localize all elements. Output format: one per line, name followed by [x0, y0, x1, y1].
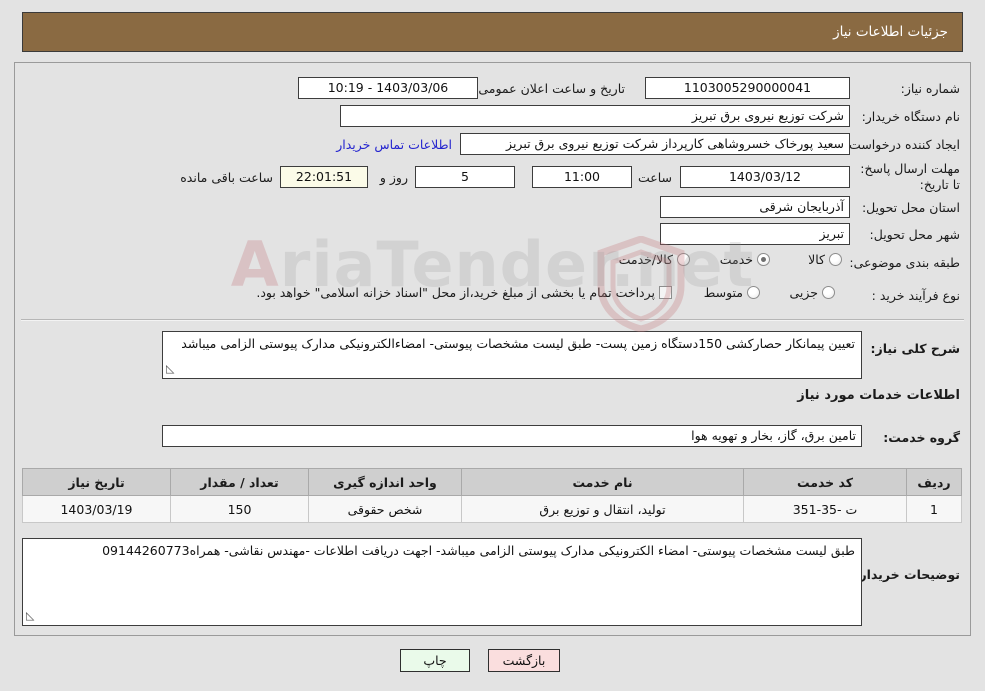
purchase-option-motevaset[interactable]: متوسط: [704, 285, 760, 300]
request-creator-label: ایجاد کننده درخواست:: [844, 137, 960, 152]
purchase-option-label: متوسط: [703, 285, 743, 300]
tender-details-page: AriaTender.net جزئیات اطلاعات نیاز شماره…: [0, 0, 985, 691]
back-button[interactable]: بازگشت: [488, 649, 560, 672]
deadline-label: مهلت ارسال پاسخ: تا تاریخ:: [860, 161, 960, 192]
cell-need-date: 1403/03/19: [22, 495, 171, 523]
deadline-days-value: 5: [415, 166, 515, 188]
column-header-code: کد خدمت: [743, 468, 907, 496]
city-value: تبریز: [660, 223, 850, 245]
radio-indicator[interactable]: [829, 253, 842, 266]
cell-row: 1: [906, 495, 962, 523]
buyer-notes-label: توضیحات خریدار:: [854, 567, 960, 582]
buyer-notes-text: طبق لیست مشخصات پیوستی- امضاء الکترونیکی…: [102, 543, 855, 558]
request-creator-value: سعید پورخاک خسروشاهی کارپرداز شرکت توزیع…: [460, 133, 850, 155]
column-header-row: ردیف: [906, 468, 962, 496]
general-description-value[interactable]: تعیین پیمانکار حصارکشی 150دستگاه زمین پس…: [162, 331, 862, 379]
page-title: جزئیات اطلاعات نیاز: [833, 24, 948, 40]
cell-service-name: تولید، انتقال و توزیع برق: [461, 495, 744, 523]
treasury-bonds-label: پرداخت تمام یا بخشی از مبلغ خرید،از محل …: [256, 285, 655, 300]
table-header-row: ردیف کد خدمت نام خدمت واحد اندازه گیری ت…: [22, 468, 962, 496]
radio-indicator[interactable]: [747, 286, 760, 299]
radio-indicator[interactable]: [757, 253, 770, 266]
cell-service-code: ت -35-351: [743, 495, 907, 523]
purchase-option-label: جزیی: [789, 285, 818, 300]
purchase-option-jozii[interactable]: جزیی: [789, 285, 835, 300]
checkbox-indicator[interactable]: [659, 286, 672, 299]
province-value: آذربایجان شرقی: [660, 196, 850, 218]
radio-indicator[interactable]: [822, 286, 835, 299]
public-announce-label: تاریخ و ساعت اعلان عمومی:: [474, 81, 625, 96]
column-header-quantity: تعداد / مقدار: [170, 468, 309, 496]
classification-option-label: خدمت: [719, 252, 753, 267]
column-header-name: نام خدمت: [461, 468, 744, 496]
need-number-value: 1103005290000041: [645, 77, 850, 99]
services-table: ردیف کد خدمت نام خدمت واحد اندازه گیری ت…: [22, 468, 962, 523]
column-header-need-date: تاریخ نیاز: [22, 468, 171, 496]
city-label: شهر محل تحویل:: [869, 227, 960, 242]
treasury-bonds-checkbox[interactable]: پرداخت تمام یا بخشی از مبلغ خرید،از محل …: [256, 285, 672, 300]
classification-option-kala-khedmat[interactable]: کالا/خدمت: [619, 252, 690, 267]
radio-indicator[interactable]: [677, 253, 690, 266]
public-announce-value: 10:19 - 1403/03/06: [298, 77, 478, 99]
deadline-hour-value: 11:00: [532, 166, 632, 188]
resize-grip-icon[interactable]: ◿: [166, 360, 174, 377]
service-group-value: تامین برق، گاز، بخار و تهویه هوا: [162, 425, 862, 447]
need-number-label: شماره نیاز:: [900, 81, 960, 96]
print-button[interactable]: چاپ: [400, 649, 470, 672]
service-group-label: گروه خدمت:: [883, 430, 960, 445]
deadline-date-value: 1403/03/12: [680, 166, 850, 188]
deadline-hour-label: ساعت: [637, 170, 672, 185]
buyer-contact-link[interactable]: اطلاعات تماس خریدار: [336, 137, 452, 152]
services-section-title: اطلاعات خدمات مورد نیاز: [797, 388, 960, 403]
deadline-countdown-value: 22:01:51: [280, 166, 368, 188]
details-panel: شماره نیاز: 1103005290000041 تاریخ و ساع…: [14, 62, 971, 636]
buyer-notes-value[interactable]: طبق لیست مشخصات پیوستی- امضاء الکترونیکی…: [22, 538, 862, 626]
classification-label: طبقه بندی موضوعی:: [849, 255, 960, 270]
classification-option-label: کالا/خدمت: [618, 252, 673, 267]
classification-option-kala[interactable]: کالا: [808, 252, 842, 267]
general-description-label: شرح کلی نیاز:: [870, 341, 960, 356]
resize-grip-icon[interactable]: ◿: [26, 607, 34, 624]
buyer-org-label: نام دستگاه خریدار:: [861, 109, 960, 124]
deadline-days-label: روز و: [379, 170, 408, 185]
general-description-text: تعیین پیمانکار حصارکشی 150دستگاه زمین پس…: [181, 336, 855, 351]
classification-option-khedmat[interactable]: خدمت: [720, 252, 770, 267]
buyer-org-value: شرکت توزیع نیروی برق تبریز: [340, 105, 850, 127]
table-row: 1 ت -35-351 تولید، انتقال و توزیع برق شخ…: [22, 495, 962, 523]
deadline-remaining-label: ساعت باقی مانده: [180, 170, 273, 185]
column-header-unit: واحد اندازه گیری: [308, 468, 462, 496]
purchase-process-label: نوع فرآیند خرید :: [871, 288, 960, 303]
classification-option-label: کالا: [808, 252, 825, 267]
cell-quantity: 150: [170, 495, 309, 523]
cell-unit: شخص حقوقی: [308, 495, 462, 523]
section-divider-1: [21, 319, 964, 321]
province-label: استان محل تحویل:: [861, 200, 960, 215]
page-header-bar: جزئیات اطلاعات نیاز: [22, 12, 963, 52]
